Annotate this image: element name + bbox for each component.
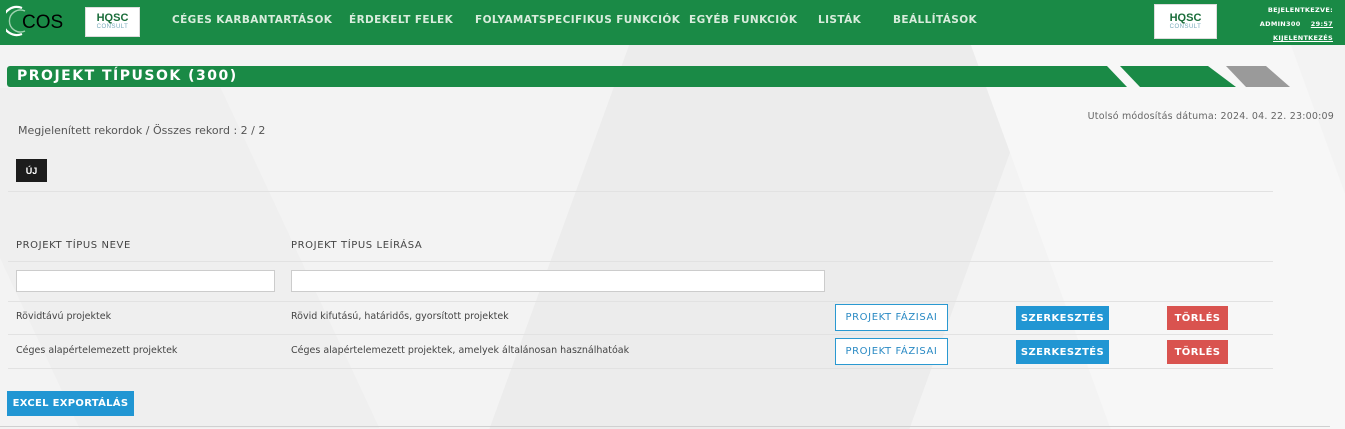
column-header-name[interactable]: PROJEKT TÍPUS NEVE xyxy=(16,240,131,251)
divider xyxy=(8,368,1273,369)
column-header-description[interactable]: PROJEKT TÍPUS LEÍRÁSA xyxy=(291,240,422,251)
new-button[interactable]: ÚJ xyxy=(16,159,47,182)
row-description: Céges alapértelemezett projektek, amelye… xyxy=(291,345,630,356)
delete-button[interactable]: TÖRLÉS xyxy=(1167,306,1228,330)
row-description: Rövid kifutású, határidős, gyorsított pr… xyxy=(291,311,509,322)
row-name: Céges alapértelemezett projektek xyxy=(16,345,178,356)
project-phases-button[interactable]: PROJEKT FÁZISAI xyxy=(835,338,948,365)
divider xyxy=(8,261,1273,262)
divider xyxy=(8,301,1273,302)
divider xyxy=(8,334,1273,335)
edit-button[interactable]: SZERKESZTÉS xyxy=(1016,306,1109,330)
main-content: Utolsó módosítás dátuma: 2024. 04. 22. 2… xyxy=(0,0,1345,429)
row-name: Rövidtávú projektek xyxy=(16,311,112,322)
excel-export-button[interactable]: EXCEL EXPORTÁLÁS xyxy=(7,391,134,416)
last-modified-date: Utolsó módosítás dátuma: 2024. 04. 22. 2… xyxy=(1087,111,1334,122)
edit-button[interactable]: SZERKESZTÉS xyxy=(1016,340,1109,364)
name-filter-input[interactable] xyxy=(16,270,275,292)
record-count: Megjelenített rekordok / Összes rekord :… xyxy=(18,124,266,137)
delete-button[interactable]: TÖRLÉS xyxy=(1167,340,1228,364)
description-filter-input[interactable] xyxy=(291,270,825,292)
project-phases-button[interactable]: PROJEKT FÁZISAI xyxy=(835,304,948,331)
divider xyxy=(0,426,1330,427)
divider xyxy=(8,191,1273,192)
